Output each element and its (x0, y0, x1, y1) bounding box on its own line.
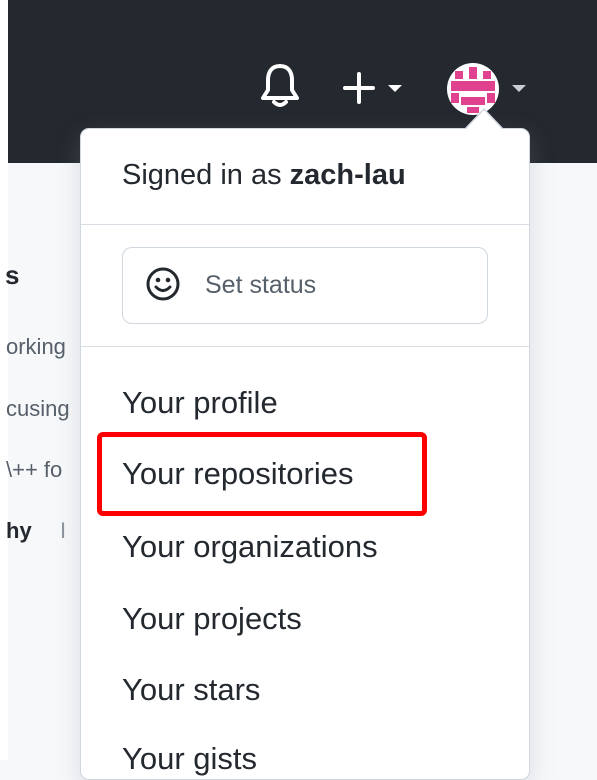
background-separator: I (60, 518, 67, 543)
page-edge (0, 0, 8, 760)
menu-item-your-organizations[interactable]: Your organizations (122, 529, 378, 565)
divider (81, 346, 529, 347)
signed-in-prefix: Signed in as (122, 159, 290, 191)
avatar-chevron-down-icon[interactable] (512, 85, 526, 92)
signed-in-label: Signed in as zach-lau (122, 159, 406, 192)
background-heading: s (5, 260, 20, 290)
highlight-box (97, 432, 427, 516)
create-menu-chevron-down-icon[interactable] (388, 85, 402, 92)
smiley-icon (146, 267, 180, 301)
menu-item-your-stars[interactable]: Your stars (122, 672, 260, 708)
set-status-button[interactable]: Set status (122, 247, 488, 324)
background-text: \++ fo (6, 457, 63, 482)
set-status-label: Set status (205, 271, 317, 299)
menu-item-your-projects[interactable]: Your projects (122, 601, 302, 637)
dropdown-arrow-fill (466, 110, 502, 129)
plus-icon[interactable] (343, 72, 375, 104)
menu-item-your-profile[interactable]: Your profile (122, 385, 278, 421)
background-text: orking (6, 334, 66, 359)
bell-icon[interactable] (260, 62, 300, 108)
username: zach-lau (289, 159, 406, 191)
background-bold-text: hy (6, 518, 32, 543)
divider (81, 224, 529, 225)
background-text: cusing (6, 396, 70, 421)
menu-item-your-gists[interactable]: Your gists (122, 741, 257, 777)
